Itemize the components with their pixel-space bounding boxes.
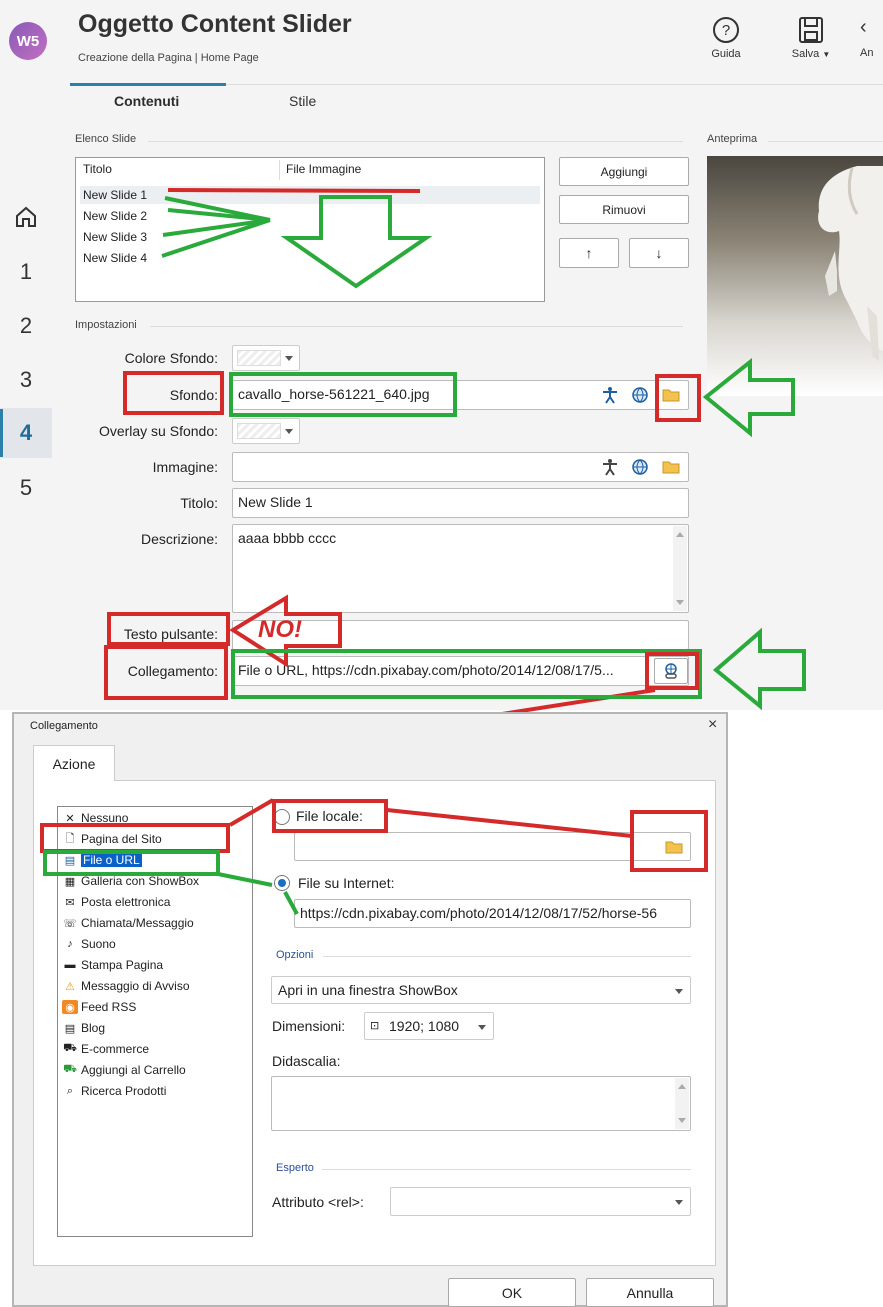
annotation-no-text: NO! (258, 616, 302, 643)
annotation-red-box (630, 810, 708, 872)
annotation-overlay (161, 188, 806, 712)
annotation-green-box (231, 649, 702, 699)
annotation-red-box (40, 823, 230, 853)
annotation-green-box (43, 850, 220, 876)
annotation-red-box (272, 799, 388, 833)
annotation-red-box (645, 652, 699, 690)
annotation-red-box (104, 645, 228, 700)
annotation-red-box (107, 612, 230, 646)
annotation-overlay-dialog (217, 798, 633, 915)
annotation-red-box (123, 371, 224, 415)
annotation-green-box (229, 372, 457, 417)
annotation-red-box (655, 374, 701, 422)
